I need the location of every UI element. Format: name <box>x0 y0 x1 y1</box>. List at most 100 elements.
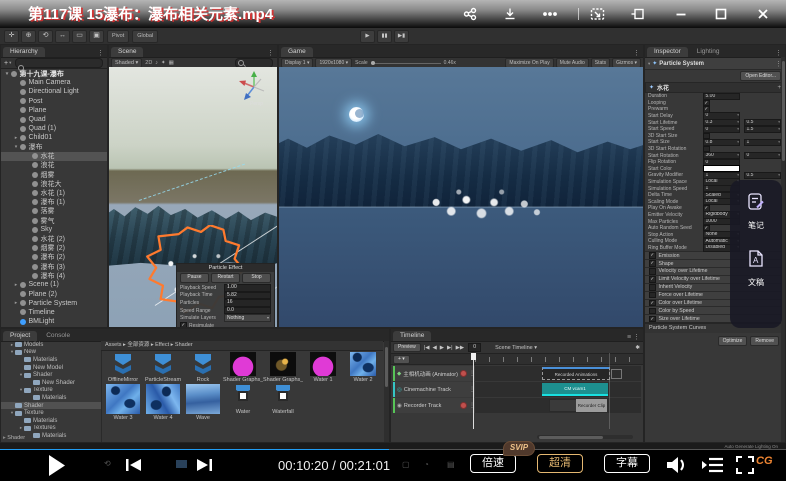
timeline-menu-icon[interactable]: ≡ ⋮ <box>627 333 643 341</box>
timeline-clip[interactable]: CM vcam1 <box>542 383 608 396</box>
project-scrollbar[interactable] <box>384 341 389 442</box>
scene-axis-gizmo[interactable]: Persp <box>237 70 271 106</box>
hierarchy-item[interactable]: ▾ 第十九课-瀑布 <box>1 69 107 78</box>
fullscreen-icon[interactable] <box>735 455 755 475</box>
timeline-play-icon[interactable]: ▶ <box>440 345 444 351</box>
play-button[interactable] <box>48 455 66 476</box>
folder-item[interactable]: Shader <box>1 402 101 410</box>
asset-thumbnail[interactable] <box>350 352 376 376</box>
hierarchy-item[interactable]: 水花 <box>1 152 107 161</box>
expand-arrow-icon[interactable]: ▸ <box>12 282 20 288</box>
hierarchy-item[interactable]: Post <box>1 97 107 106</box>
hierarchy-item[interactable]: 水花 (1) <box>1 188 107 197</box>
maximize-icon[interactable] <box>712 6 730 22</box>
add-track-button[interactable]: + ▾ <box>393 355 410 364</box>
foldout-arrow-icon[interactable]: ▾ <box>648 61 650 67</box>
asset-thumbnail[interactable] <box>186 384 220 414</box>
hierarchy-item[interactable]: 瀑布 (2) <box>1 253 107 262</box>
asset-item[interactable]: Water 1 <box>303 351 343 383</box>
clip-thumbnail-icon[interactable] <box>176 460 187 468</box>
folder-item[interactable]: ▾ Texture <box>1 387 101 395</box>
unity-tool-icon[interactable]: ⟲ <box>38 30 53 43</box>
hierarchy-item[interactable]: 浪花 <box>1 161 107 170</box>
timeline-track[interactable]: ◉Recorder Track⋮ Recorder Clip <box>393 398 641 413</box>
particle-panel-checkbox[interactable]: Resimulate <box>177 322 274 327</box>
timeline-clip[interactable]: Recorder Clip <box>576 399 607 412</box>
inspector-row[interactable]: Looping <box>645 100 785 107</box>
tab-console[interactable]: Console <box>39 331 77 341</box>
mini-list-icon[interactable]: ▤ <box>447 460 455 469</box>
hierarchy-item[interactable]: 落雾 <box>1 207 107 216</box>
timeline-clip-stub[interactable] <box>611 369 622 379</box>
timeline-lane[interactable]: CM vcam1 <box>475 382 641 397</box>
timeline-lane[interactable]: Recorder Clip <box>475 398 641 413</box>
unity-tool-icon[interactable]: ⊕ <box>21 30 36 43</box>
close-icon[interactable] <box>754 6 772 22</box>
timeline-clip[interactable] <box>549 399 578 412</box>
asset-item[interactable]: Shader Graphs_FL <box>223 351 263 383</box>
hierarchy-menu-icon[interactable]: ⋮ <box>97 49 107 57</box>
hierarchy-item[interactable]: 烟雾 <box>1 170 107 179</box>
scene-viewport[interactable]: Persp Particle Effect Pause Restart Stop <box>109 67 277 327</box>
pause-button[interactable]: Pause <box>180 273 209 283</box>
stop-button[interactable]: Stop <box>242 273 271 283</box>
unity-tool-icon[interactable]: ▭ <box>72 30 87 43</box>
scene-grid-icon[interactable]: ▦ <box>169 60 174 66</box>
value-field[interactable]: 1.5 <box>744 126 781 133</box>
inspector-row[interactable]: Start Size 0.8 1 <box>645 139 785 146</box>
expand-arrow-icon[interactable]: ▸ <box>12 135 20 141</box>
asset-item[interactable]: OfflineMirror <box>103 351 143 383</box>
play-mode-button[interactable]: ▶ <box>360 30 375 43</box>
folder-item[interactable]: Materials <box>1 417 101 425</box>
tab-scene[interactable]: Scene <box>111 47 143 57</box>
record-icon[interactable] <box>460 402 467 409</box>
asset-thumbnail[interactable] <box>270 384 296 408</box>
asset-thumbnail[interactable] <box>110 352 136 376</box>
frame-field[interactable]: 0 <box>468 343 481 352</box>
asset-item[interactable]: Rock <box>183 351 223 383</box>
mini-grid-icon[interactable]: ▢ <box>402 460 410 469</box>
value-field[interactable]: 1 <box>744 139 781 146</box>
hierarchy-search-input[interactable] <box>15 58 103 68</box>
tab-game[interactable]: Game <box>281 47 313 57</box>
hierarchy-item[interactable]: 烟雾 (2) <box>1 244 107 253</box>
record-icon[interactable] <box>460 370 467 377</box>
next-frame-icon[interactable]: ▶| <box>447 345 453 351</box>
particle-panel-value[interactable]: 1.00 <box>224 284 271 292</box>
hierarchy-item[interactable]: ▾ 瀑布 <box>1 143 107 152</box>
download-icon[interactable] <box>501 6 519 22</box>
checkbox-icon[interactable] <box>649 300 656 307</box>
hierarchy-item[interactable]: ▸ Scene (1) <box>1 280 107 289</box>
checkbox-icon[interactable] <box>649 260 656 267</box>
value-field[interactable]: 0 <box>703 126 740 133</box>
asset-item[interactable]: Water <box>223 383 263 421</box>
checkbox-icon[interactable] <box>649 292 656 299</box>
expand-arrow-icon[interactable]: ▾ <box>3 71 11 77</box>
hierarchy-item[interactable]: Main Camera <box>1 78 107 87</box>
minimize-icon[interactable] <box>672 6 690 22</box>
asset-thumbnail[interactable] <box>270 352 296 376</box>
subtitle-button[interactable]: 字幕 <box>604 454 650 473</box>
hierarchy-item[interactable]: 水花 (2) <box>1 234 107 243</box>
scene-menu-icon[interactable]: ⋮ <box>267 49 277 57</box>
hierarchy-item[interactable]: BMLight <box>1 317 107 326</box>
hierarchy-item[interactable]: Sky <box>1 225 107 234</box>
hierarchy-item[interactable]: 浪花大 <box>1 179 107 188</box>
asset-thumbnail[interactable] <box>230 384 256 408</box>
breadcrumb[interactable]: Assets ▸ 全部资源 ▸ Effect ▸ Shader <box>101 341 383 351</box>
asset-thumbnail[interactable] <box>106 384 140 414</box>
hierarchy-item[interactable]: Plane <box>1 106 107 115</box>
folder-item[interactable]: ▸ Textures <box>1 425 101 433</box>
particle-panel-value[interactable]: 16 <box>224 299 271 307</box>
tab-hierarchy[interactable]: Hierarchy <box>3 47 45 57</box>
asset-item[interactable]: Shader Graphs_FV <box>263 351 303 383</box>
unity-tool-icon[interactable]: ↔ <box>55 30 70 43</box>
hierarchy-item[interactable]: Quad <box>1 115 107 124</box>
folder-item[interactable]: ▸ Models <box>1 341 101 349</box>
pause-mode-button[interactable]: ▮▮ <box>377 30 392 43</box>
loop-icon[interactable]: ⟲ <box>104 459 111 468</box>
hierarchy-item[interactable]: Quad (1) <box>1 124 107 133</box>
volume-icon[interactable] <box>666 455 690 475</box>
expand-arrow-icon[interactable]: ▸ <box>12 300 20 306</box>
tab-timeline[interactable]: Timeline <box>393 331 431 341</box>
